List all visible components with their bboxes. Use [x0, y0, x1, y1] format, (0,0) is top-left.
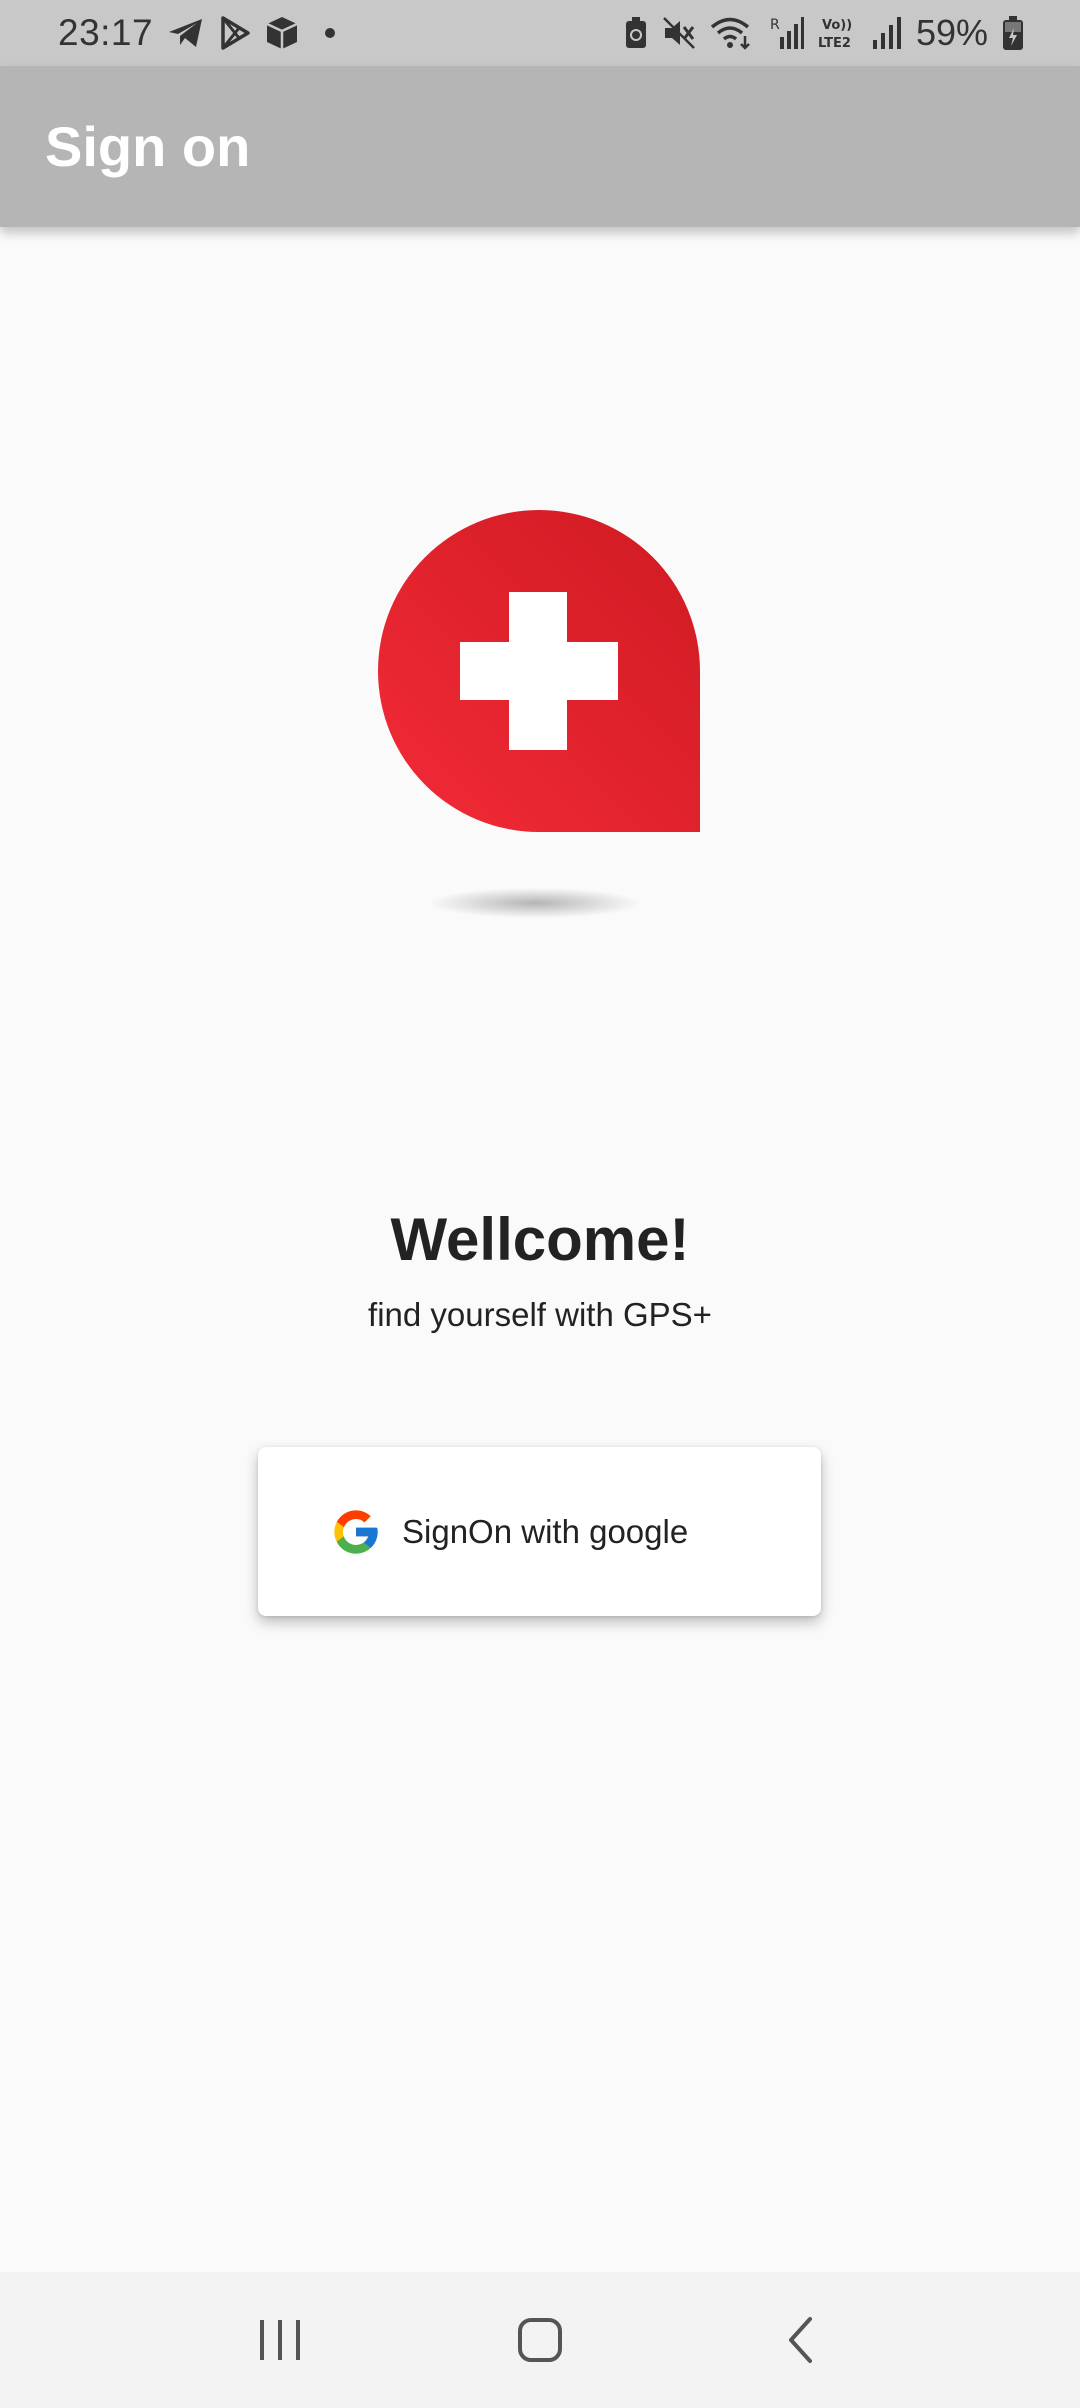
- notification-dot-icon: [325, 28, 336, 38]
- google-icon: [330, 1506, 382, 1558]
- telegram-icon: [167, 13, 205, 53]
- battery-charging-icon: [1002, 13, 1024, 53]
- battery-percent: 59%: [915, 12, 988, 53]
- status-right: R Vo)) LTE2 59%: [624, 12, 1024, 54]
- play-store-icon: [219, 13, 251, 53]
- welcome-title: Wellcome!: [390, 1206, 690, 1273]
- svg-text:R: R: [770, 17, 780, 33]
- signal-icon: [872, 13, 902, 53]
- welcome-subtitle: find yourself with GPS+: [368, 1296, 712, 1333]
- status-left: 23:17: [58, 12, 336, 54]
- sign-on-screen: 23:17 R Vo)) LTE2 59% Sign on Wellcome! …: [0, 0, 1080, 2408]
- red-cross-location-pin-icon: [378, 510, 700, 832]
- system-nav-bar: [0, 2272, 1080, 2408]
- svg-text:LTE2: LTE2: [818, 36, 851, 51]
- battery-saver-icon: [624, 13, 648, 53]
- recent-apps-icon[interactable]: [240, 2300, 320, 2380]
- app-bar-title: Sign on: [45, 115, 251, 178]
- app-bar: Sign on: [0, 66, 1080, 227]
- package-icon: [265, 13, 299, 53]
- svg-text:Vo)): Vo)): [822, 18, 852, 33]
- sign-on-with-google-button[interactable]: SignOn with google: [258, 1447, 821, 1616]
- wifi-icon: [710, 13, 754, 53]
- signal-r-icon: R: [768, 13, 804, 53]
- status-bar: 23:17 R Vo)) LTE2 59%: [0, 0, 1080, 66]
- home-icon[interactable]: [500, 2300, 580, 2380]
- mute-icon: [662, 13, 696, 53]
- status-time: 23:17: [58, 12, 154, 53]
- volte-lte2-icon: Vo)) LTE2: [818, 13, 858, 53]
- logo-shadow: [430, 888, 640, 918]
- back-icon[interactable]: [760, 2300, 840, 2380]
- sign-on-button-label: SignOn with google: [402, 1512, 689, 1550]
